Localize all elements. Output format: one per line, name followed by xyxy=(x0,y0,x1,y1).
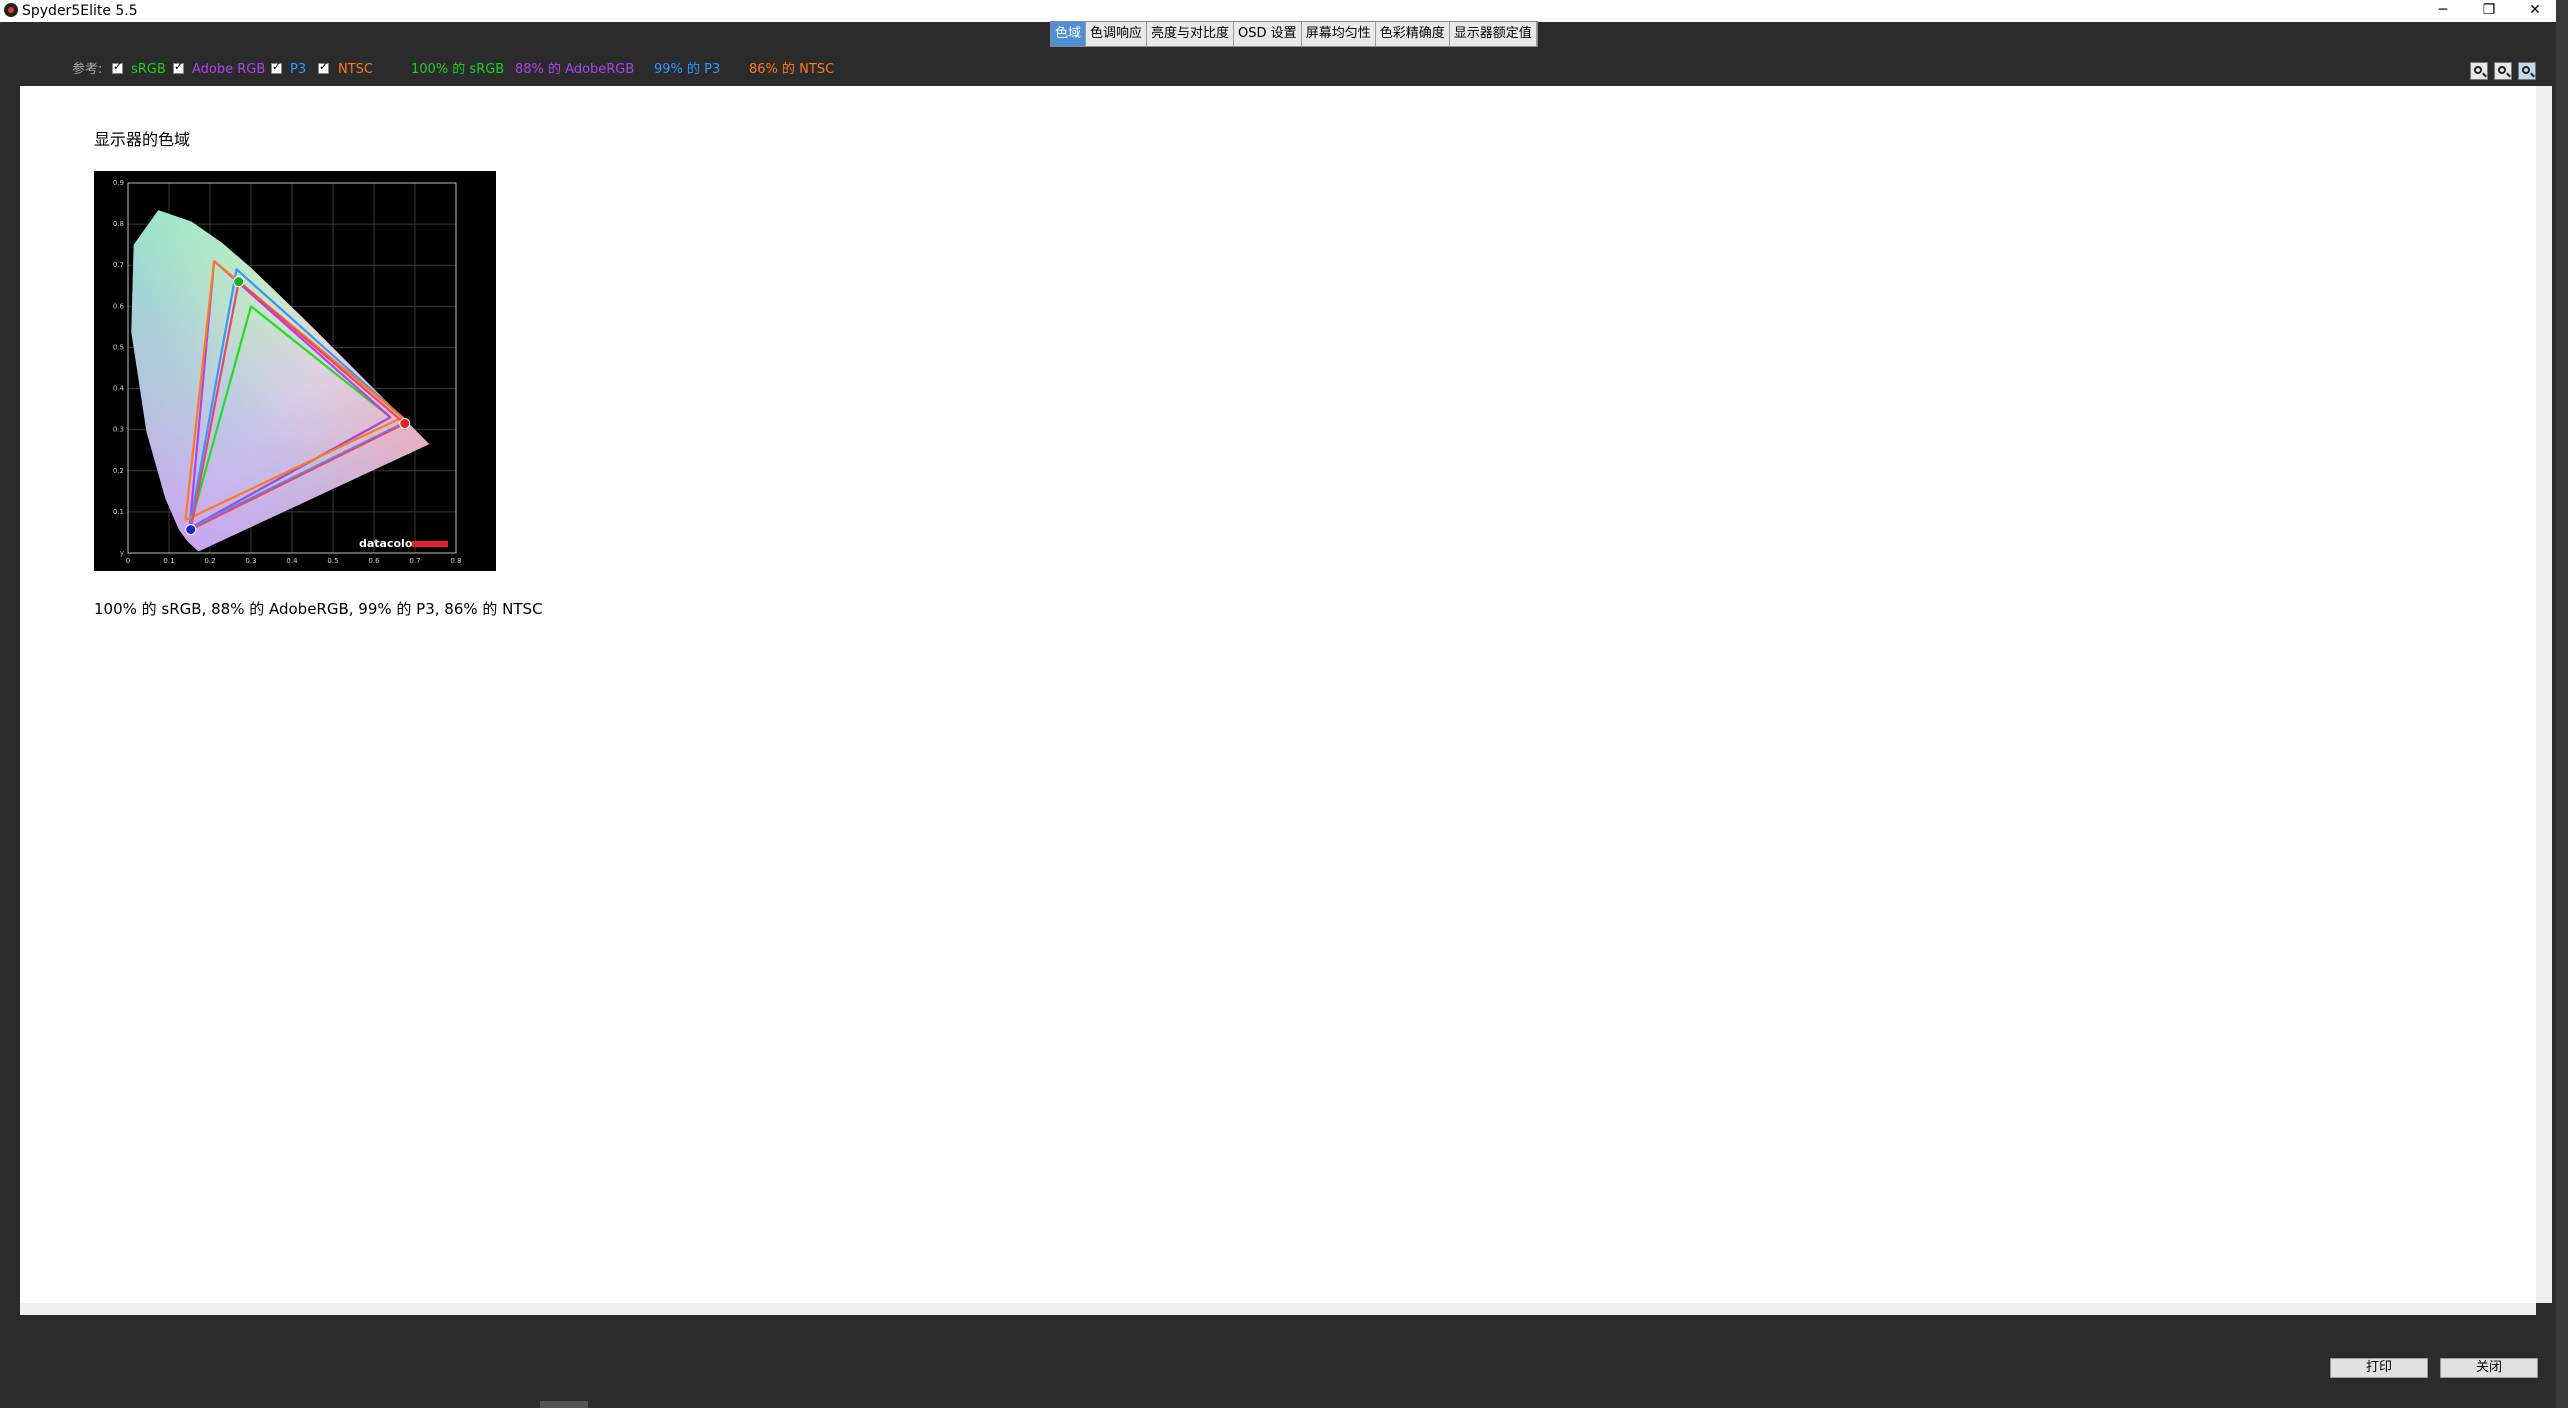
bottom-scroll-handle[interactable] xyxy=(540,1401,588,1408)
y-tick-label: 0.8 xyxy=(113,220,124,228)
checkbox-adobe-rgb[interactable] xyxy=(173,60,184,74)
app-logo-icon xyxy=(4,3,18,17)
tab-screen-uniformity[interactable]: 屏幕均匀性 xyxy=(1301,22,1376,46)
result-ntsc: 86% 的 NTSC xyxy=(749,62,835,77)
window-title: Spyder5Elite 5.5 xyxy=(22,3,138,19)
y-tick-label: 0.2 xyxy=(113,467,124,475)
checkbox-p3[interactable] xyxy=(271,60,282,74)
vertical-scrollbar[interactable] xyxy=(2536,86,2552,1303)
datacolor-watermark: datacolor xyxy=(359,537,418,550)
window-edge xyxy=(2556,0,2568,1408)
section-title: 显示器的色域 xyxy=(94,130,191,149)
tab-tone-response[interactable]: 色调响应 xyxy=(1086,22,1148,46)
datacolor-watermark-bar xyxy=(412,541,448,547)
zoom-out-icon[interactable] xyxy=(2494,62,2512,80)
measured-point xyxy=(185,524,197,536)
minimize-button[interactable]: ─ xyxy=(2420,0,2466,22)
ref-label-adobe-rgb: Adobe RGB xyxy=(192,62,266,77)
result-srgb: 100% 的 sRGB xyxy=(411,62,505,77)
tab-gamut[interactable]: 色域 xyxy=(1051,22,1087,46)
x-tick-label: 0.5 xyxy=(327,557,338,565)
y-tick-labels: 0.1 0.2 0.3 0.4 0.5 0.6 0.7 0.8 0.9 y xyxy=(113,179,125,557)
x-tick-label: 0.3 xyxy=(245,557,256,565)
reference-bar xyxy=(0,52,2568,86)
y-tick-label: 0.1 xyxy=(113,508,124,516)
y-tick-label: 0.6 xyxy=(113,302,125,310)
y-axis-label: y xyxy=(120,549,124,557)
tab-color-accuracy[interactable]: 色彩精确度 xyxy=(1375,22,1450,46)
tab-brightness-contrast[interactable]: 亮度与对比度 xyxy=(1147,22,1235,46)
gamut-chart-svg: 0 0.1 0.2 0.3 0.4 0.5 0.6 0.7 0.8 0.10.20.30.40.… xyxy=(113,179,462,565)
result-p3: 99% 的 P3 xyxy=(654,62,721,77)
x-tick-label: 0.8 xyxy=(450,557,461,565)
reference-label: 参考: xyxy=(72,62,103,77)
checkbox-srgb[interactable] xyxy=(112,60,123,74)
spectral-locus-shading xyxy=(131,210,430,551)
ref-label-srgb: sRGB xyxy=(131,62,166,77)
x-tick-label: 0.6 xyxy=(368,557,380,565)
tab-strip: 色域 色调响应 亮度与对比度 OSD 设置 屏幕均匀性 色彩精确度 显示器额定值 xyxy=(1050,21,1538,47)
ref-label-ntsc: NTSC xyxy=(338,62,373,77)
x-tick-label: 0.7 xyxy=(409,557,420,565)
close-window-button[interactable]: ✕ xyxy=(2512,0,2558,22)
print-button[interactable]: 打印 xyxy=(2330,1358,2428,1378)
measured-point xyxy=(233,276,245,288)
gamut-summary: 100% 的 sRGB, 88% 的 AdobeRGB, 99% 的 P3, 8… xyxy=(94,600,543,618)
y-tick-label: 0.4 xyxy=(113,385,125,393)
x-tick-label: 0.1 xyxy=(163,557,174,565)
title-bar xyxy=(0,0,2568,22)
x-tick-labels: 0 0.1 0.2 0.3 0.4 0.5 0.6 0.7 0.8 xyxy=(126,557,462,565)
x-tick-label: 0 xyxy=(126,557,130,565)
checkbox-ntsc[interactable] xyxy=(318,60,329,74)
horizontal-scrollbar[interactable] xyxy=(20,1303,2536,1315)
x-tick-label: 0.4 xyxy=(286,557,298,565)
zoom-in-icon[interactable] xyxy=(2470,62,2488,80)
gamut-chart: 0 0.1 0.2 0.3 0.4 0.5 0.6 0.7 0.8 0.1 0.2 0.3 0.4 0.… xyxy=(94,171,496,571)
measured-point xyxy=(399,418,411,429)
tab-display-rating[interactable]: 显示器额定值 xyxy=(1449,22,1537,46)
close-button[interactable]: 关闭 xyxy=(2440,1358,2538,1378)
y-tick-label: 0.9 xyxy=(113,179,124,187)
tab-osd-settings[interactable]: OSD 设置 xyxy=(1234,22,1302,46)
y-tick-label: 0.7 xyxy=(113,261,124,269)
x-tick-label: 0.2 xyxy=(204,557,215,565)
restore-button[interactable]: ❐ xyxy=(2466,0,2512,22)
y-tick-label: 0.5 xyxy=(113,343,124,351)
ref-label-p3: P3 xyxy=(290,62,307,77)
result-adobe-rgb: 88% 的 AdobeRGB xyxy=(515,62,635,77)
y-tick-label: 0.3 xyxy=(113,426,124,434)
zoom-fit-icon[interactable] xyxy=(2518,62,2536,80)
